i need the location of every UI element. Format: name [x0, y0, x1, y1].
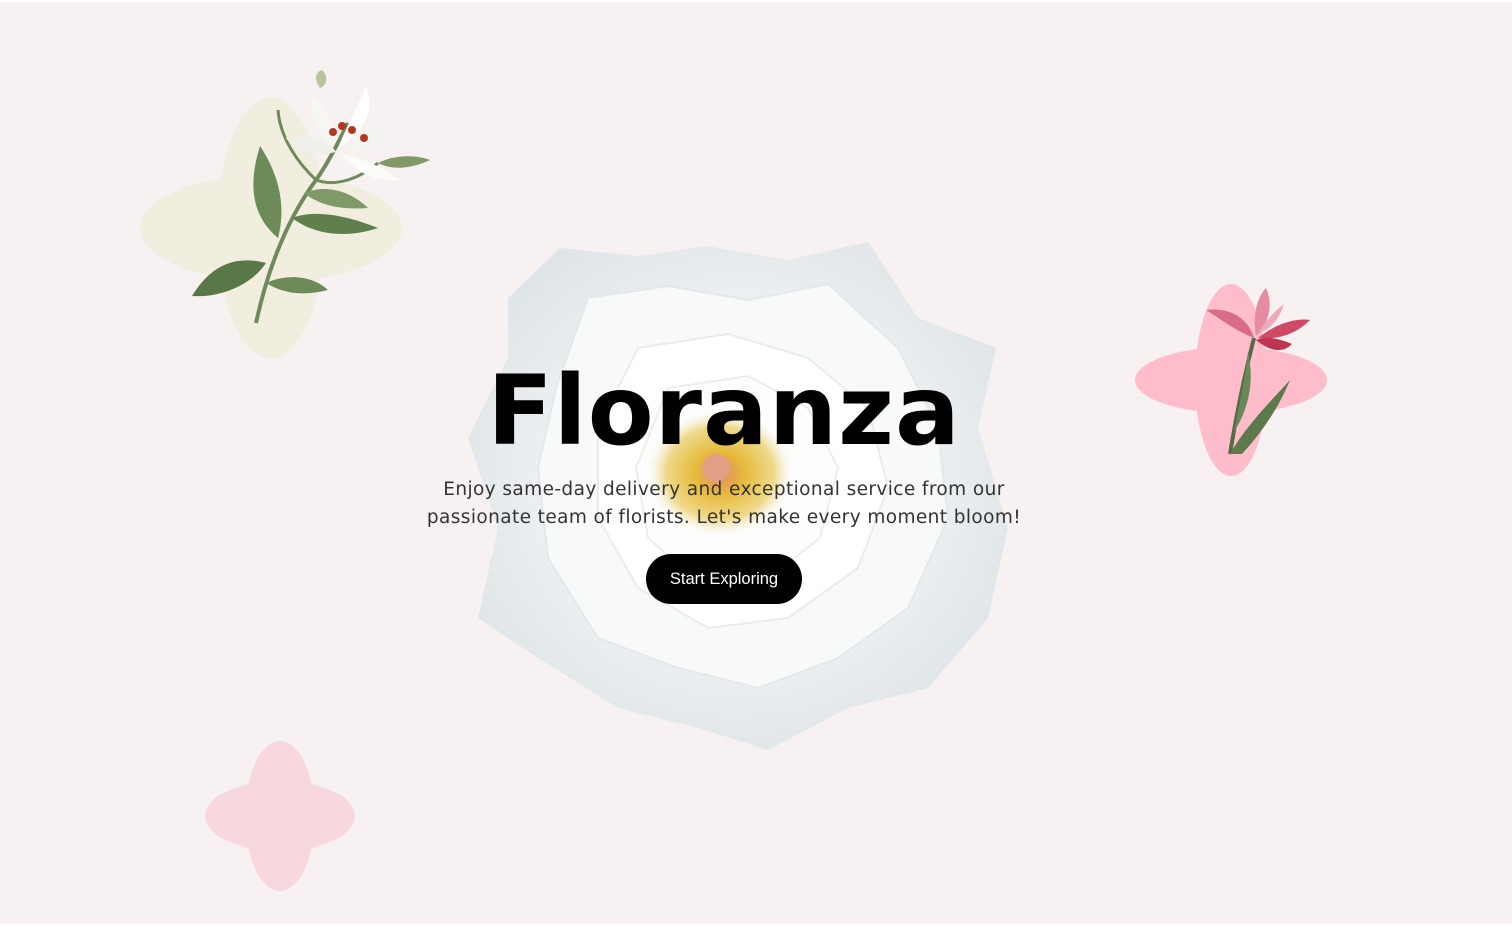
white-lily-image [192, 70, 430, 324]
hero-subtitle: Enjoy same-day delivery and exceptional … [426, 479, 1022, 528]
hero-section: Floranza Enjoy same-day delivery and exc… [356, 356, 1092, 604]
brand-title: Floranza [487, 355, 961, 467]
start-exploring-button[interactable]: Start Exploring [645, 554, 803, 604]
soft-pink-quatrefoil-shape [205, 741, 355, 891]
pink-lily-image [1206, 288, 1310, 455]
landing-page: Floranza Enjoy same-day delivery and exc… [0, 2, 1512, 924]
